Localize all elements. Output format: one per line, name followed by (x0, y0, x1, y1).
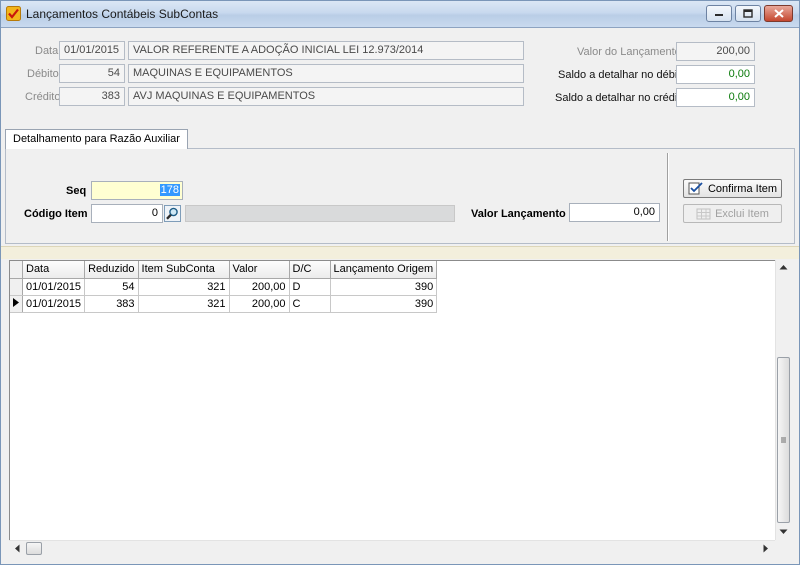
lancamentos-grid[interactable]: Data Reduzido Item SubConta Valor D/C La… (9, 260, 792, 557)
scroll-up-icon[interactable] (779, 264, 788, 270)
codigo-item-input[interactable]: 0 (91, 204, 163, 223)
delete-grid-icon (696, 208, 711, 219)
seq-value: 178 (159, 184, 180, 196)
scroll-down-icon[interactable] (779, 529, 788, 535)
saldo-credito-field: 0,00 (676, 88, 755, 107)
row-indicator-header (10, 261, 23, 279)
column-header-valor[interactable]: Valor (229, 261, 290, 279)
codigo-item-label: Código Item (24, 208, 88, 220)
saldo-debito-label: Saldo a detalhar no débito (558, 69, 687, 81)
valor-item-label: Valor Lançamento (471, 208, 566, 220)
window-title: Lançamentos Contábeis SubContas (26, 7, 219, 21)
valor-lancamento-field[interactable]: 200,00 (676, 42, 755, 61)
data-label: Data (35, 45, 59, 57)
magnifier-icon (166, 207, 178, 220)
cell-valor[interactable]: 200,00 (229, 278, 290, 296)
data-field[interactable]: 01/01/2015 (59, 41, 125, 60)
scroll-right-icon[interactable] (763, 544, 769, 553)
minimize-icon (715, 13, 723, 16)
title-bar[interactable]: Lançamentos Contábeis SubContas (1, 1, 799, 28)
column-header-dc[interactable]: D/C (289, 261, 331, 279)
cell-item[interactable]: 321 (138, 295, 230, 313)
confirma-item-button[interactable]: Confirma Item (683, 179, 782, 198)
historico-field[interactable]: VALOR REFERENTE A ADOÇÃO INICIAL LEI 12.… (128, 41, 524, 60)
confirm-check-icon (688, 182, 703, 195)
saldo-credito-label: Saldo a detalhar no crédito (555, 92, 687, 104)
cell-origem[interactable]: 390 (330, 295, 438, 313)
cell-data[interactable]: 01/01/2015 (22, 278, 86, 296)
table-row[interactable]: 01/01/2015 54 321 200,00 D 390 (10, 278, 438, 296)
seq-label: Seq (66, 185, 87, 197)
exclui-item-button[interactable]: Exclui Item (683, 204, 782, 223)
confirma-item-label: Confirma Item (707, 182, 778, 195)
seq-input[interactable]: 178 (91, 181, 183, 200)
debito-code-field[interactable]: 54 (59, 64, 125, 83)
scroll-corner (775, 540, 792, 557)
close-button[interactable] (764, 5, 793, 22)
column-header-origem[interactable]: Lançamento Origem (330, 261, 438, 279)
row-indicator (10, 278, 23, 296)
cell-reduzido[interactable]: 383 (84, 295, 139, 313)
row-indicator (10, 295, 23, 313)
exclui-item-label: Exclui Item (715, 207, 769, 220)
close-icon (773, 9, 784, 18)
scroll-left-icon[interactable] (14, 544, 20, 553)
saldo-debito-field: 0,00 (676, 65, 755, 84)
horizontal-scroll-thumb[interactable] (26, 542, 42, 555)
grip-icon (781, 437, 786, 443)
credito-desc-field[interactable]: AVJ MAQUINAS E EQUIPAMENTOS (128, 87, 524, 106)
horizontal-scrollbar[interactable] (9, 540, 775, 557)
check-app-icon (6, 6, 21, 21)
column-header-reduzido[interactable]: Reduzido (84, 261, 139, 279)
valor-item-input[interactable]: 0,00 (569, 203, 660, 222)
cell-dc[interactable]: D (289, 278, 331, 296)
column-header-data[interactable]: Data (22, 261, 86, 279)
debito-label: Débito (27, 68, 59, 80)
vertical-scroll-thumb[interactable] (777, 357, 790, 523)
current-row-arrow-icon (13, 297, 19, 307)
lookup-button[interactable] (164, 205, 181, 222)
item-description-field (185, 205, 455, 222)
tab-detalhamento[interactable]: Detalhamento para Razão Auxiliar (5, 129, 188, 149)
cell-origem[interactable]: 390 (330, 278, 438, 296)
minimize-button[interactable] (706, 5, 732, 22)
cell-reduzido[interactable]: 54 (84, 278, 139, 296)
table-row[interactable]: 01/01/2015 383 321 200,00 C 390 (10, 295, 438, 313)
main-window: Lançamentos Contábeis SubContas Data 01/… (0, 0, 800, 565)
credito-code-field[interactable]: 383 (59, 87, 125, 106)
credito-label: Crédito (25, 91, 61, 103)
separator-strip (1, 246, 799, 259)
maximize-icon (743, 9, 753, 18)
cell-valor[interactable]: 200,00 (229, 295, 290, 313)
debito-desc-field[interactable]: MAQUINAS E EQUIPAMENTOS (128, 64, 524, 83)
cell-data[interactable]: 01/01/2015 (22, 295, 86, 313)
cell-item[interactable]: 321 (138, 278, 230, 296)
column-header-item[interactable]: Item SubConta (138, 261, 230, 279)
panel-divider (667, 153, 669, 241)
grid-header-row: Data Reduzido Item SubConta Valor D/C La… (10, 261, 438, 279)
maximize-button[interactable] (735, 5, 761, 22)
valor-lancamento-label: Valor do Lançamento (577, 46, 681, 58)
cell-dc[interactable]: C (289, 295, 331, 313)
